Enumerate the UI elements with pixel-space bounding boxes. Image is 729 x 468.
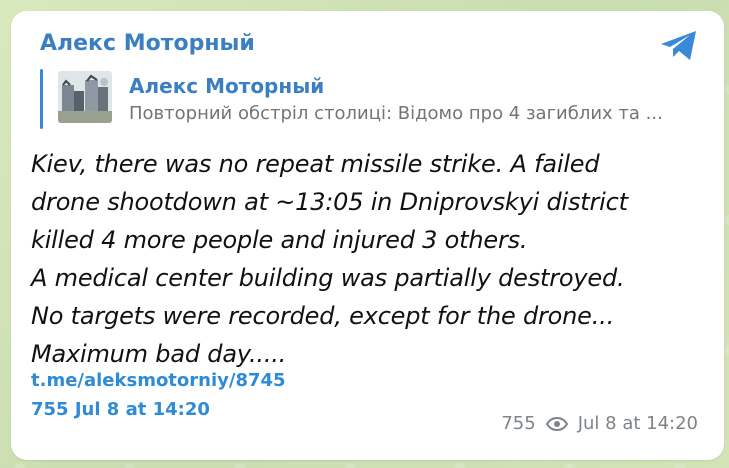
message-time: Jul 8 at 14:20 [577, 413, 698, 434]
channel-name[interactable]: Алекс Моторный [40, 30, 255, 58]
message-line-5: No targets were recorded, except for the… [31, 302, 615, 330]
telegram-icon[interactable] [659, 29, 699, 63]
reply-author: Алекс Моторный [129, 74, 325, 98]
view-count: 755 [501, 413, 536, 434]
reply-preview-text: Повторний обстріл столиці: Відомо про 4 … [129, 103, 663, 124]
message-link[interactable]: t.me/aleksmotorniy/8745 [31, 370, 286, 392]
message-line-2: drone shootdown at ~13:05 in Dniprovskyi… [31, 188, 628, 216]
message-line-3: killed 4 more people and injured 3 other… [31, 226, 528, 254]
message-line-4: A medical center building was partially … [31, 264, 625, 292]
message-footer-meta: 755 Jul 8 at 14:20 [501, 413, 698, 435]
message-card: Алекс Моторный Алекс Моторный Повторний … [11, 11, 724, 460]
reply-accent-bar [40, 69, 43, 129]
message-line-6: Maximum bad day..... [31, 340, 287, 368]
eye-icon [545, 417, 568, 431]
message-line-1: Kiev, there was no repeat missile strike… [31, 150, 600, 178]
destroyed-building-thumbnail [58, 71, 112, 123]
inline-meta: 755 Jul 8 at 14:20 [31, 399, 210, 420]
message-body: Kiev, there was no repeat missile strike… [31, 145, 711, 373]
forwarded-preview[interactable]: Алекс Моторный Повторний обстріл столиці… [40, 68, 697, 138]
